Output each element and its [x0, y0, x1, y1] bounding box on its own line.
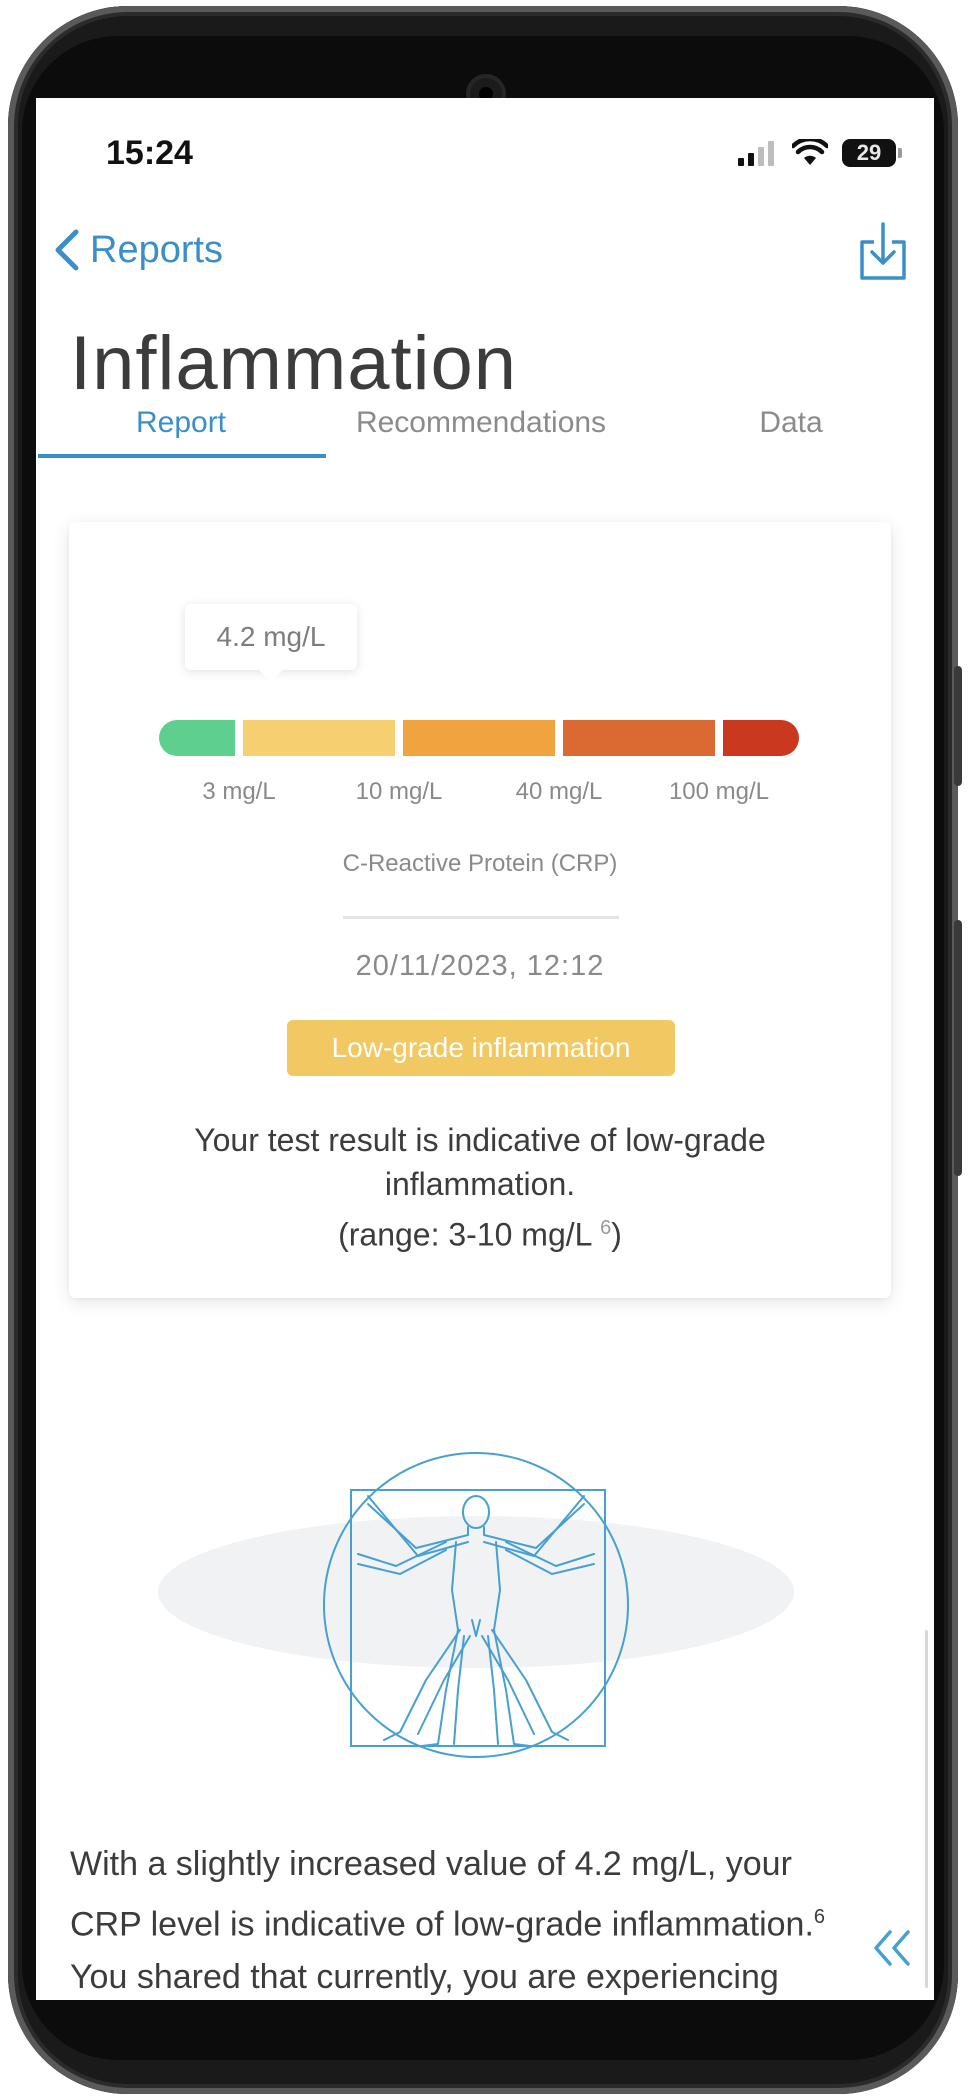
download-icon — [860, 222, 906, 280]
result-card: 4.2 mg/L 3 mg/L 10 mg/L 40 mg/L 100 mg/L… — [69, 522, 891, 1298]
threshold-label: 40 mg/L — [515, 778, 603, 805]
range-close: ) — [611, 1216, 622, 1253]
explanation-text: With a slightly increased value of 4.2 m… — [70, 1838, 890, 2000]
wifi-icon — [792, 139, 828, 165]
status-badge: Low-grade inflammation — [287, 1020, 675, 1076]
threshold-label: 10 mg/L — [355, 778, 443, 805]
status-time: 15:24 — [106, 134, 193, 172]
status-icons: 29 — [738, 138, 902, 168]
biomarker-name: C-Reactive Protein (CRP) — [342, 850, 618, 877]
threshold-label: 100 mg/L — [668, 778, 770, 805]
back-button[interactable]: Reports — [52, 228, 223, 272]
signal-icon — [738, 141, 774, 166]
scale-segment-high — [563, 720, 715, 756]
tab-bar: Report Recommendations Data — [36, 398, 934, 468]
page-title: Inflammation — [70, 321, 518, 406]
explanation-line: With a slightly increased value of 4.2 m… — [70, 1845, 792, 1883]
scale-segment-low-grade — [243, 720, 395, 756]
tab-recommendations[interactable]: Recommendations — [326, 406, 636, 440]
active-tab-indicator — [38, 454, 326, 458]
collapse-button[interactable] — [868, 1924, 916, 1972]
phone-side-button — [954, 666, 962, 786]
scale-segment-normal — [159, 720, 235, 756]
chevron-left-icon — [55, 229, 79, 271]
battery-icon: 29 — [842, 139, 902, 167]
tab-report[interactable]: Report — [36, 406, 326, 440]
test-timestamp: 20/11/2023, 12:12 — [355, 950, 605, 982]
range-scale — [159, 720, 799, 756]
reference-number[interactable]: 6 — [814, 1906, 825, 1928]
scrollbar[interactable] — [925, 1630, 928, 1988]
app-screen: 15:24 29 Reports Inflammation Report Rec… — [36, 98, 934, 2000]
result-range: (range: 3-10 mg/L 6) — [129, 1206, 831, 1257]
result-description: Your test result is indicative of low-gr… — [129, 1118, 831, 1257]
explanation-line-2: CRP level is indicative of low-grade inf… — [70, 1891, 890, 1951]
scale-segment-very-high — [723, 720, 799, 756]
divider — [343, 916, 619, 919]
explanation-line: You shared that currently, you are exper… — [70, 1958, 779, 1997]
download-button[interactable] — [858, 222, 908, 282]
range-text: (range: 3-10 mg/L — [338, 1216, 592, 1253]
double-chevron-left-icon — [874, 1930, 910, 1966]
phone-side-button — [954, 920, 962, 1176]
scale-segment-moderate — [403, 720, 555, 756]
value-tooltip: 4.2 mg/L — [185, 604, 357, 682]
explanation-text-part: CRP level is indicative of low-grade inf… — [70, 1905, 814, 1944]
result-line: Your test result is indicative of low-gr… — [194, 1122, 766, 1202]
back-label: Reports — [90, 228, 224, 271]
reference-number[interactable]: 6 — [600, 1217, 611, 1239]
vitruvian-man-illustration — [158, 1452, 794, 1758]
tab-data[interactable]: Data — [676, 406, 906, 440]
threshold-label: 3 mg/L — [202, 778, 276, 805]
